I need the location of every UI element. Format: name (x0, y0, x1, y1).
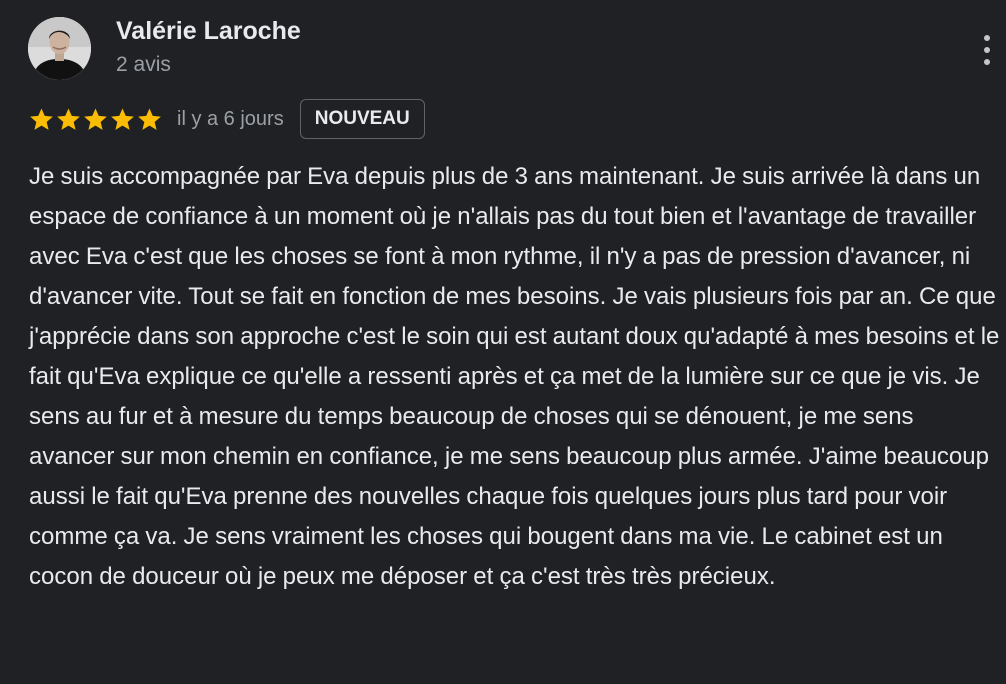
more-options-button[interactable] (970, 28, 1004, 72)
star-rating (28, 106, 163, 133)
star-icon (57, 107, 80, 130)
review-date: il y a 6 jours (177, 107, 284, 130)
author-name[interactable]: Valérie Laroche (116, 17, 301, 46)
author-review-count: 2 avis (116, 53, 171, 76)
avatar-photo (28, 17, 91, 80)
review-card: Valérie Laroche 2 avis il y a 6 jours NO… (0, 0, 1006, 684)
avatar[interactable] (28, 17, 91, 80)
star-icon (30, 107, 53, 130)
star-icon (84, 107, 107, 130)
star-icon (111, 107, 134, 130)
review-text: Je suis accompagnée par Eva depuis plus … (29, 163, 1000, 590)
star-icon (138, 107, 161, 130)
rating-row: il y a 6 jours NOUVEAU (28, 98, 425, 140)
new-badge: NOUVEAU (299, 99, 425, 139)
